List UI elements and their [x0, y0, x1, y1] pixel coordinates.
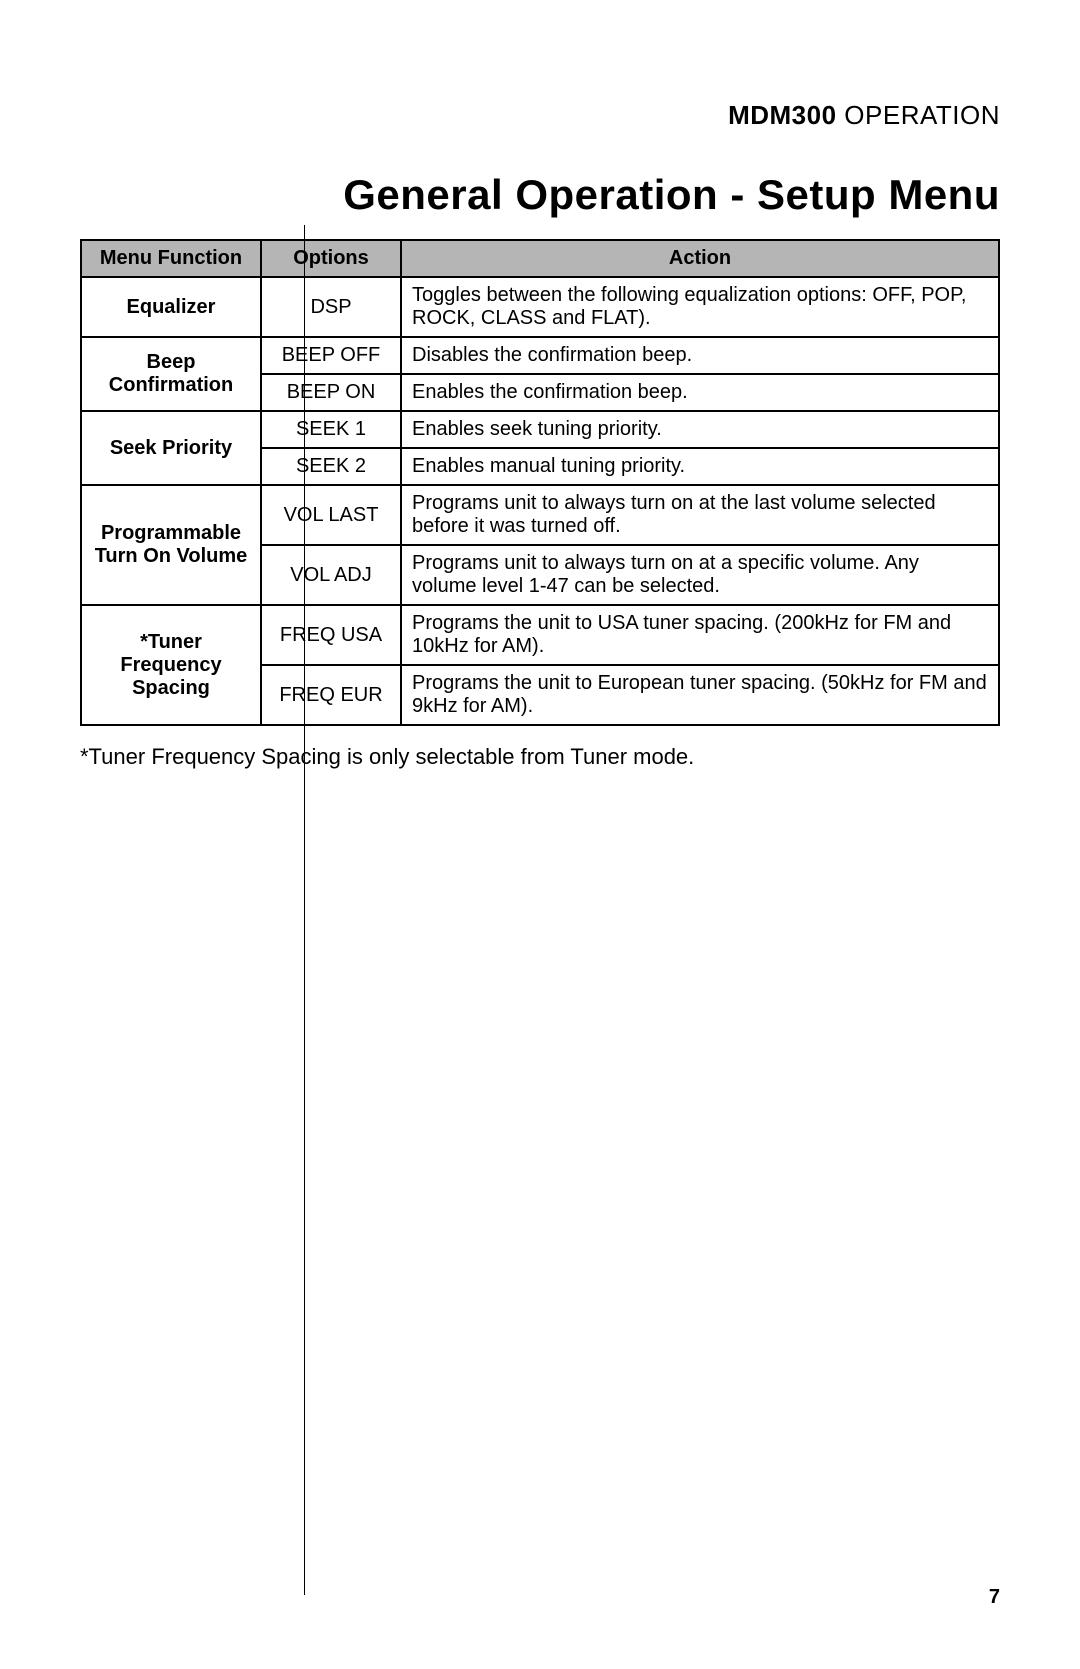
action-cell: Enables seek tuning priority. [401, 411, 999, 448]
option-cell: FREQ USA [261, 605, 401, 665]
table-row: Programmable Turn On Volume VOL LAST Pro… [81, 485, 999, 545]
section-name: OPERATION [844, 100, 1000, 130]
product-name: MDM300 [728, 100, 836, 130]
vertical-rule [304, 225, 305, 1595]
action-cell: Disables the confirmation beep. [401, 337, 999, 374]
action-cell: Enables manual tuning priority. [401, 448, 999, 485]
menu-function-cell: Programmable Turn On Volume [81, 485, 261, 605]
option-cell: BEEP OFF [261, 337, 401, 374]
option-cell: VOL ADJ [261, 545, 401, 605]
footnote: *Tuner Frequency Spacing is only selecta… [80, 744, 1000, 770]
table-row: *Tuner Frequency Spacing FREQ USA Progra… [81, 605, 999, 665]
section-header: MDM300 OPERATION [80, 100, 1000, 131]
action-cell: Programs the unit to USA tuner spacing. … [401, 605, 999, 665]
action-cell: Programs unit to always turn on at a spe… [401, 545, 999, 605]
page-title: General Operation - Setup Menu [80, 171, 1000, 219]
setup-menu-table: Menu Function Options Action Equalizer D… [80, 239, 1000, 726]
menu-function-cell: Seek Priority [81, 411, 261, 485]
menu-function-cell: *Tuner Frequency Spacing [81, 605, 261, 725]
action-cell: Toggles between the following equalizati… [401, 277, 999, 337]
option-cell: DSP [261, 277, 401, 337]
action-cell: Programs unit to always turn on at the l… [401, 485, 999, 545]
column-header-menu-function: Menu Function [81, 240, 261, 277]
menu-function-cell: Beep Confirmation [81, 337, 261, 411]
option-cell: BEEP ON [261, 374, 401, 411]
column-header-options: Options [261, 240, 401, 277]
table-row: Beep Confirmation BEEP OFF Disables the … [81, 337, 999, 374]
option-cell: VOL LAST [261, 485, 401, 545]
menu-function-cell: Equalizer [81, 277, 261, 337]
option-cell: SEEK 1 [261, 411, 401, 448]
option-cell: SEEK 2 [261, 448, 401, 485]
action-cell: Enables the confirmation beep. [401, 374, 999, 411]
action-cell: Programs the unit to European tuner spac… [401, 665, 999, 725]
table-row: Equalizer DSP Toggles between the follow… [81, 277, 999, 337]
column-header-action: Action [401, 240, 999, 277]
option-cell: FREQ EUR [261, 665, 401, 725]
table-row: Seek Priority SEEK 1 Enables seek tuning… [81, 411, 999, 448]
page-number: 7 [989, 1586, 1000, 1609]
